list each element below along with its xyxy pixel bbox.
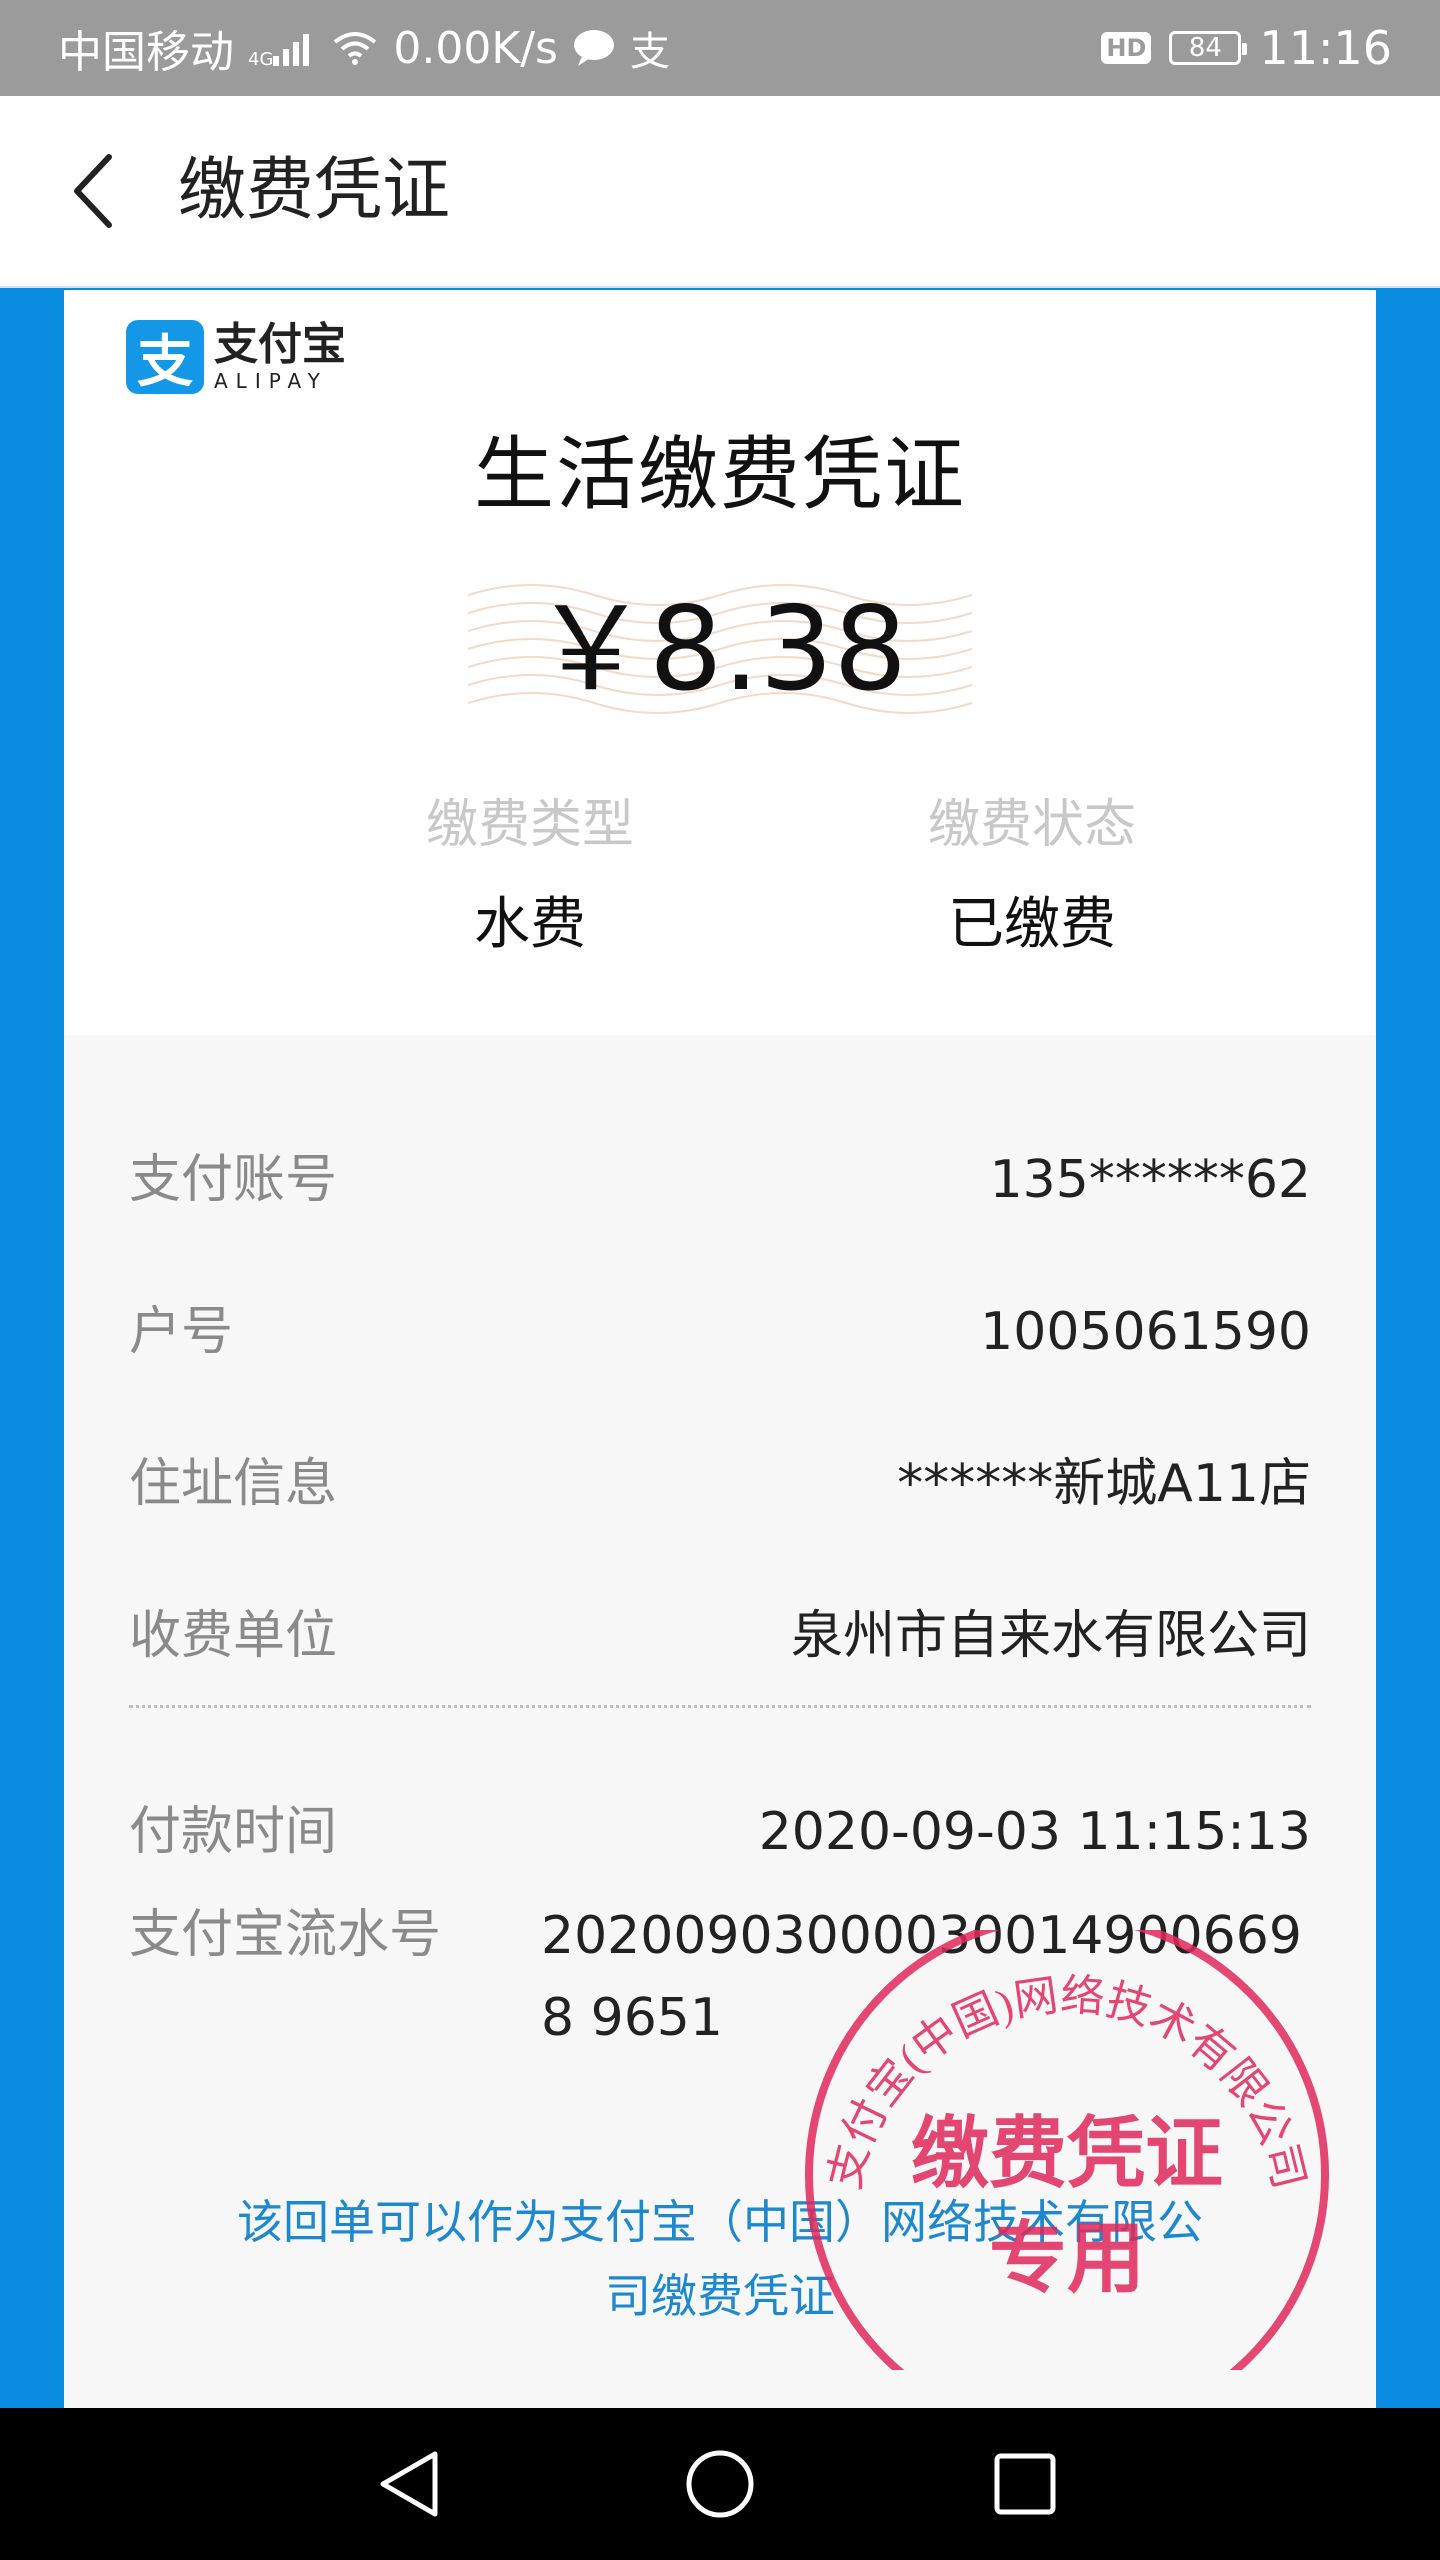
detail-row-payee: 收费单位 泉州市自来水有限公司 bbox=[129, 1586, 1311, 1686]
nav-home-button[interactable] bbox=[670, 2434, 770, 2534]
nav-recents-button[interactable] bbox=[975, 2434, 1075, 2534]
payment-status: 缴费状态 已缴费 bbox=[832, 782, 1232, 960]
detail-label: 户号 bbox=[129, 1302, 234, 1362]
pay-time-value: 2020-09-03 11:15:13 bbox=[758, 1802, 1311, 1862]
system-nav-bar bbox=[0, 2408, 1440, 2560]
detail-label: 住址信息 bbox=[129, 1454, 338, 1514]
network-type-label: 4G bbox=[248, 48, 274, 70]
wifi-icon bbox=[331, 30, 379, 66]
battery-icon: 84 bbox=[1169, 31, 1248, 65]
detail-label: 收费单位 bbox=[129, 1606, 338, 1666]
nav-back-button[interactable] bbox=[360, 2434, 460, 2534]
network-speed: 0.00K/s bbox=[393, 22, 558, 74]
amount-block: ￥8.38 bbox=[468, 575, 972, 725]
app-header: 缴费凭证 bbox=[0, 96, 1440, 288]
detail-value: 135******62 bbox=[989, 1150, 1311, 1210]
detail-value: 1005061590 bbox=[980, 1302, 1311, 1362]
clock: 11:16 bbox=[1259, 21, 1392, 75]
receipt-card: 支 支付宝 ALIPAY 生活缴费凭证 ￥8.38 缴费类型 水费 缴费状态 已… bbox=[64, 290, 1376, 2408]
logo-cn: 支付宝 bbox=[214, 319, 346, 370]
battery-level: 84 bbox=[1188, 33, 1222, 63]
triangle-back-icon bbox=[380, 2451, 438, 2517]
stamp-line2: 专用 bbox=[989, 2215, 1145, 2302]
detail-value: ******新城A11店 bbox=[897, 1454, 1311, 1514]
hd-badge: HD bbox=[1101, 32, 1152, 64]
payment-type-value: 水费 bbox=[474, 892, 586, 957]
amount-value: ￥8.38 bbox=[532, 582, 908, 717]
dotted-divider bbox=[129, 1705, 1311, 1708]
official-seal-stamp: 支付宝(中国)网络技术有限公司 缴费凭证 专用 bbox=[805, 1930, 1329, 2370]
circle-home-icon bbox=[686, 2450, 754, 2518]
alipay-logo: 支 支付宝 ALIPAY bbox=[126, 319, 346, 395]
message-icon bbox=[572, 28, 616, 68]
back-button[interactable] bbox=[40, 136, 150, 246]
logo-text: 支付宝 ALIPAY bbox=[214, 319, 346, 394]
payment-type-label: 缴费类型 bbox=[425, 795, 634, 855]
stamp-line1: 缴费凭证 bbox=[911, 2110, 1223, 2197]
detail-value: 泉州市自来水有限公司 bbox=[790, 1606, 1311, 1666]
receipt-title: 生活缴费凭证 bbox=[474, 428, 966, 521]
detail-row-household: 户号 1005061590 bbox=[129, 1282, 1311, 1382]
detail-row-pay-time: 付款时间 2020-09-03 11:15:13 bbox=[129, 1782, 1311, 1882]
square-recents-icon bbox=[994, 2453, 1056, 2515]
status-bar: 中国移动 4G 0.00K/s 支 HD 84 11:16 bbox=[0, 0, 1440, 96]
detail-label: 支付账号 bbox=[129, 1150, 338, 1210]
receipt-header: 支 支付宝 ALIPAY 生活缴费凭证 ￥8.38 缴费类型 水费 缴费状态 已… bbox=[64, 290, 1376, 1035]
payment-type: 缴费类型 水费 bbox=[330, 782, 730, 960]
status-right: HD 84 11:16 bbox=[1101, 0, 1392, 96]
chevron-left-icon bbox=[74, 154, 112, 228]
carrier-label: 中国移动 bbox=[58, 27, 234, 78]
pay-time-label: 付款时间 bbox=[129, 1802, 338, 1862]
payment-status-value: 已缴费 bbox=[948, 892, 1116, 957]
status-left: 中国移动 4G 0.00K/s 支 bbox=[58, 0, 670, 96]
page-title: 缴费凭证 bbox=[178, 151, 451, 230]
serial-label: 支付宝流水号 bbox=[129, 1905, 442, 1965]
detail-row-address: 住址信息 ******新城A11店 bbox=[129, 1434, 1311, 1534]
detail-row-account: 支付账号 135******62 bbox=[129, 1130, 1311, 1230]
logo-en: ALIPAY bbox=[214, 369, 328, 393]
alipay-icon: 支 bbox=[126, 320, 204, 395]
payment-status-label: 缴费状态 bbox=[927, 795, 1136, 855]
signal-icon: 4G bbox=[248, 27, 317, 70]
alipay-notify-icon: 支 bbox=[629, 29, 670, 75]
